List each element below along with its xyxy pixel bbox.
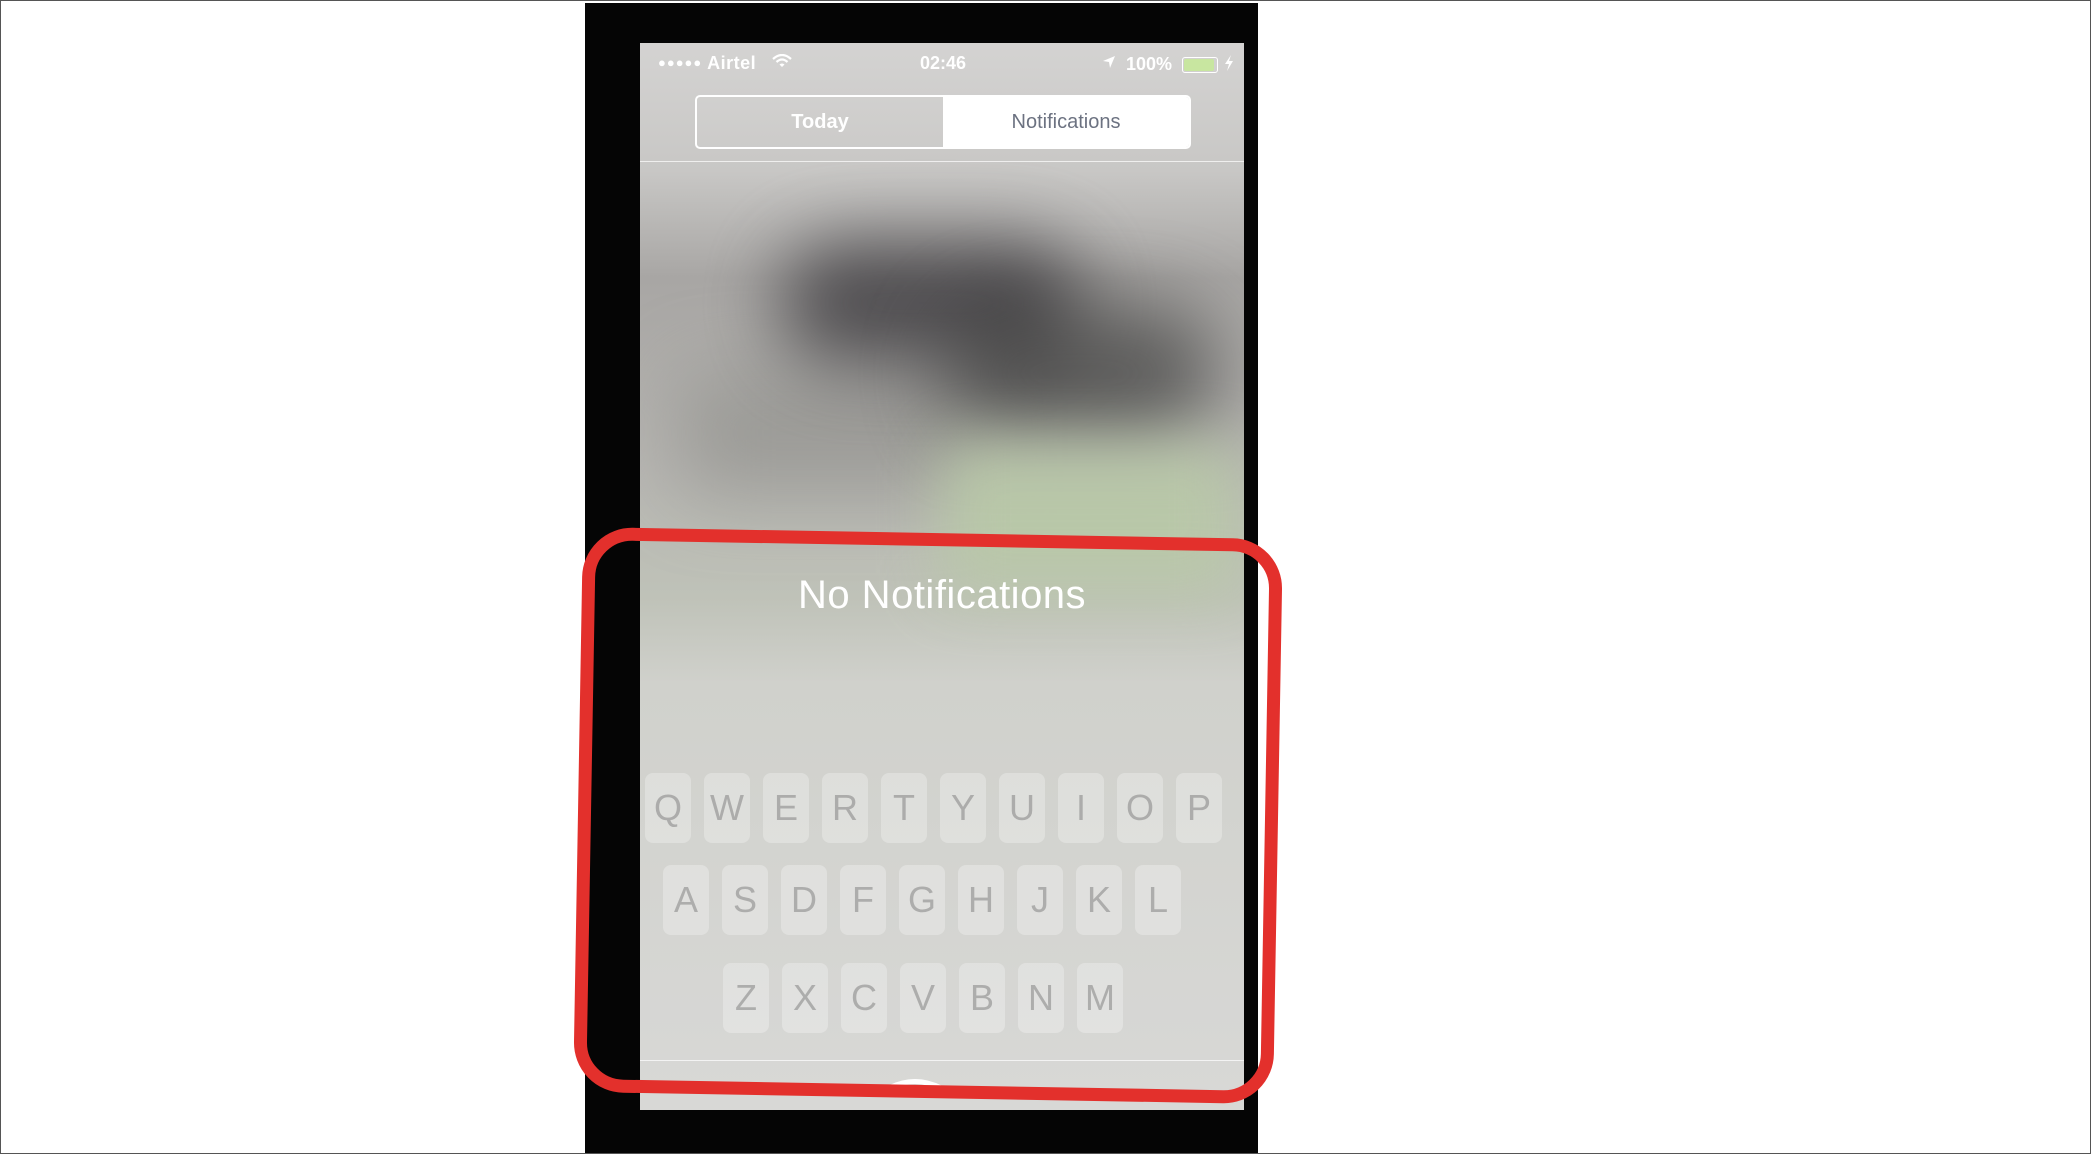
carrier-info: ●●●●● Airtel bbox=[658, 53, 756, 74]
blurred-background bbox=[680, 373, 980, 493]
charging-bolt-icon bbox=[1225, 55, 1233, 71]
status-bar: ●●●●● Airtel 02:46 100% bbox=[640, 49, 1244, 75]
notification-center-tabs: Today Notifications bbox=[695, 95, 1191, 149]
highlight-annotation bbox=[573, 526, 1283, 1105]
tab-today[interactable]: Today bbox=[697, 97, 943, 147]
carrier-name: Airtel bbox=[707, 53, 757, 73]
tab-notifications[interactable]: Notifications bbox=[943, 97, 1189, 147]
wifi-icon bbox=[772, 54, 792, 67]
battery-icon bbox=[1182, 57, 1218, 73]
battery-percent: 100% bbox=[1126, 54, 1173, 74]
location-arrow-icon bbox=[1103, 56, 1115, 68]
header-divider bbox=[640, 161, 1244, 162]
signal-strength-icon: ●●●●● bbox=[658, 55, 703, 70]
battery-level bbox=[1184, 59, 1214, 71]
status-time: 02:46 bbox=[920, 53, 967, 73]
blurred-background bbox=[940, 303, 1220, 443]
